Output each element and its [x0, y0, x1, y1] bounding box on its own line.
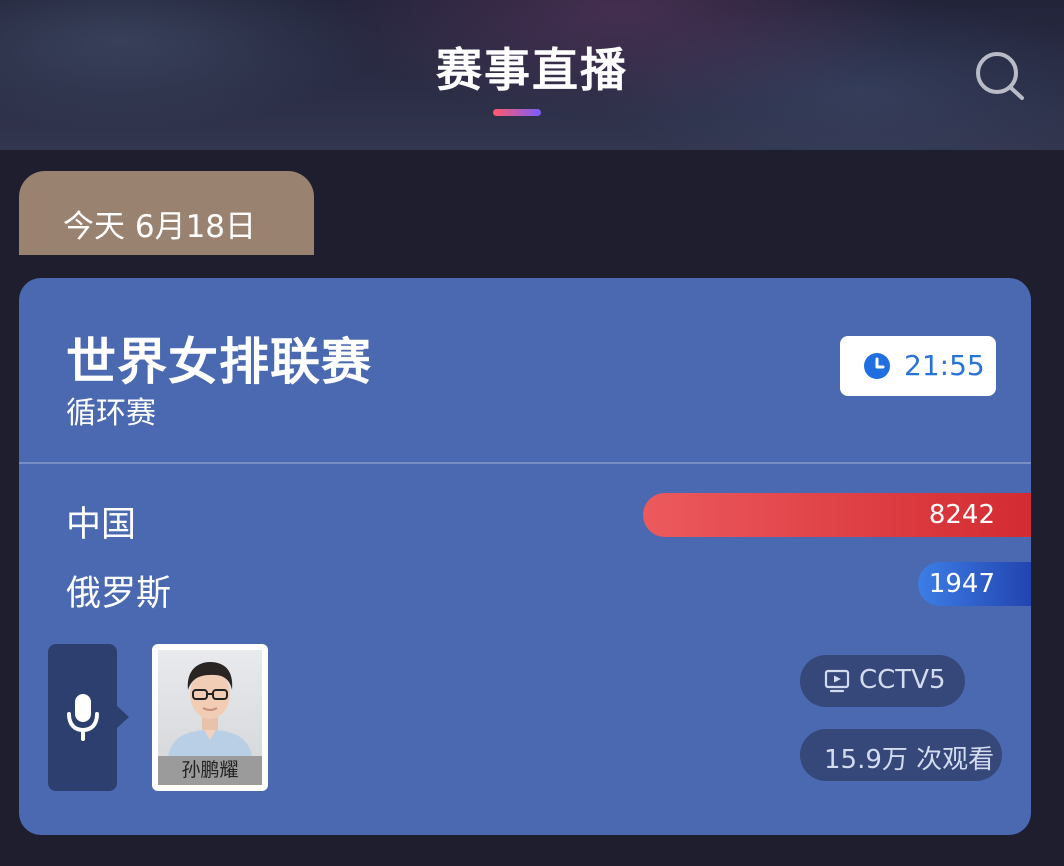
view-count: 15.9万 次观看	[824, 745, 995, 775]
event-title: 世界女排联赛	[66, 333, 372, 391]
header-bar: 赛事直播	[0, 0, 1064, 150]
tv-play-icon	[824, 669, 850, 693]
channel-badge[interactable]: CCTV5	[800, 655, 965, 707]
start-time: 21:55	[904, 349, 985, 382]
vote-bar-home[interactable]: 8242	[643, 493, 1031, 537]
vote-count-away: 1947	[928, 569, 995, 599]
card-divider	[19, 462, 1031, 464]
commentator-card[interactable]: 孙鹏耀	[152, 644, 268, 791]
search-button[interactable]	[970, 48, 1030, 108]
clock-icon	[864, 353, 890, 379]
microphone-icon	[67, 694, 99, 741]
vote-bar-away[interactable]: 1947	[918, 562, 1031, 606]
page-title: 赛事直播	[436, 43, 628, 97]
team-name-away: 俄罗斯	[66, 574, 172, 614]
search-icon	[976, 52, 1024, 100]
commentator-name: 孙鹏耀	[158, 756, 262, 785]
match-card[interactable]: 世界女排联赛 循环赛 21:55 中国 8242 俄罗斯 1947 孙鹏耀 CC…	[19, 278, 1031, 835]
commentary-audio-button[interactable]	[48, 644, 129, 791]
title-underline-indicator	[493, 109, 541, 116]
date-tab[interactable]: 今天 6月18日	[19, 171, 314, 255]
commentator-avatar	[158, 650, 262, 758]
date-tab-label: 今天 6月18日	[63, 209, 257, 245]
channel-name: CCTV5	[859, 665, 946, 695]
vote-count-home: 8242	[928, 500, 995, 530]
start-time-badge: 21:55	[840, 336, 996, 396]
team-name-home: 中国	[66, 505, 137, 545]
view-count-badge: 15.9万 次观看	[800, 729, 1002, 781]
event-subtitle: 循环赛	[66, 396, 156, 431]
